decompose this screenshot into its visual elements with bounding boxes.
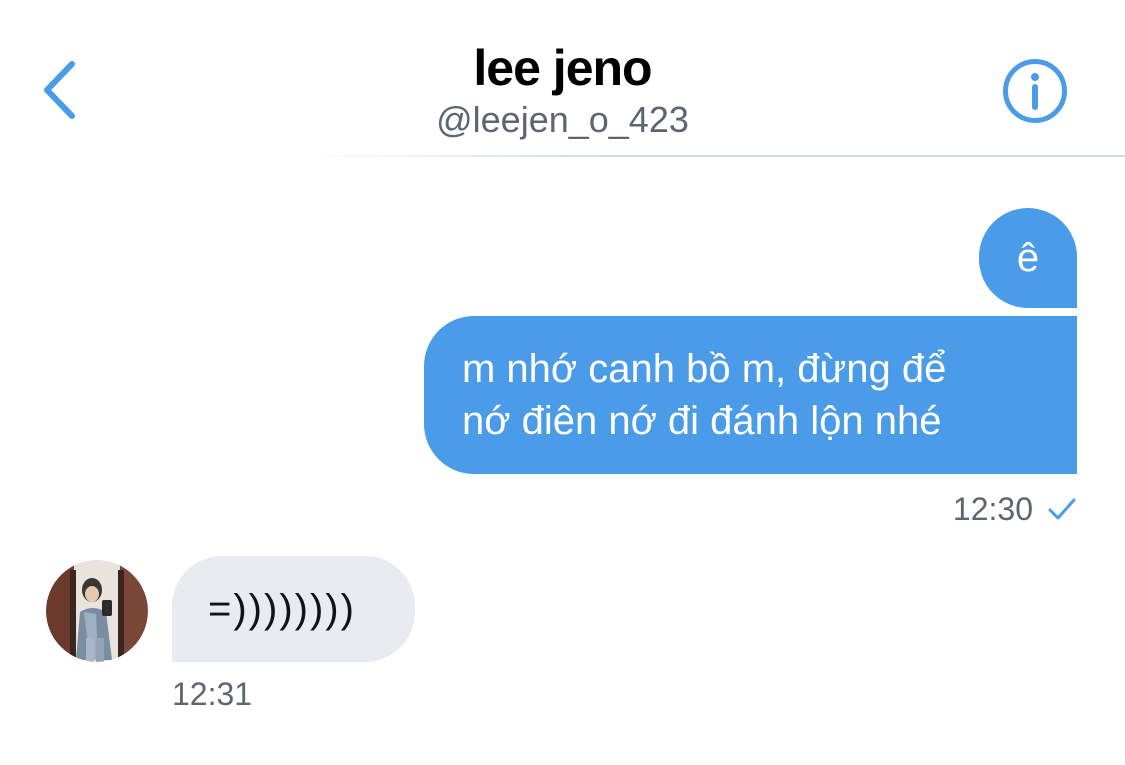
conversation-title-block[interactable]: lee jeno @leejen_o_423 bbox=[0, 40, 1125, 142]
message-text: =)))))))) bbox=[208, 587, 356, 631]
message-bubble-outgoing[interactable]: m nhớ canh bồ m, đừng để nớ điên nớ đi đ… bbox=[424, 316, 1077, 474]
message-text: ê bbox=[1016, 236, 1040, 280]
avatar[interactable] bbox=[46, 560, 148, 662]
message-timestamp: 12:31 bbox=[172, 676, 253, 712]
message-bubble-incoming[interactable]: =)))))))) bbox=[172, 556, 415, 662]
message-meta-outgoing: 12:30 bbox=[953, 489, 1077, 529]
info-button[interactable] bbox=[1002, 58, 1068, 124]
info-circle-icon bbox=[1003, 59, 1067, 123]
contact-handle: @leejen_o_423 bbox=[436, 99, 689, 140]
avatar-image bbox=[46, 560, 148, 662]
contact-name: lee jeno bbox=[473, 40, 652, 96]
conversation-header: lee jeno @leejen_o_423 bbox=[0, 0, 1125, 158]
message-timestamp: 12:30 bbox=[952, 491, 1033, 527]
checkmark-icon bbox=[1048, 498, 1076, 520]
message-bubble-outgoing[interactable]: ê bbox=[979, 208, 1077, 308]
message-meta-incoming: 12:31 bbox=[172, 674, 252, 714]
header-divider bbox=[300, 155, 1125, 157]
